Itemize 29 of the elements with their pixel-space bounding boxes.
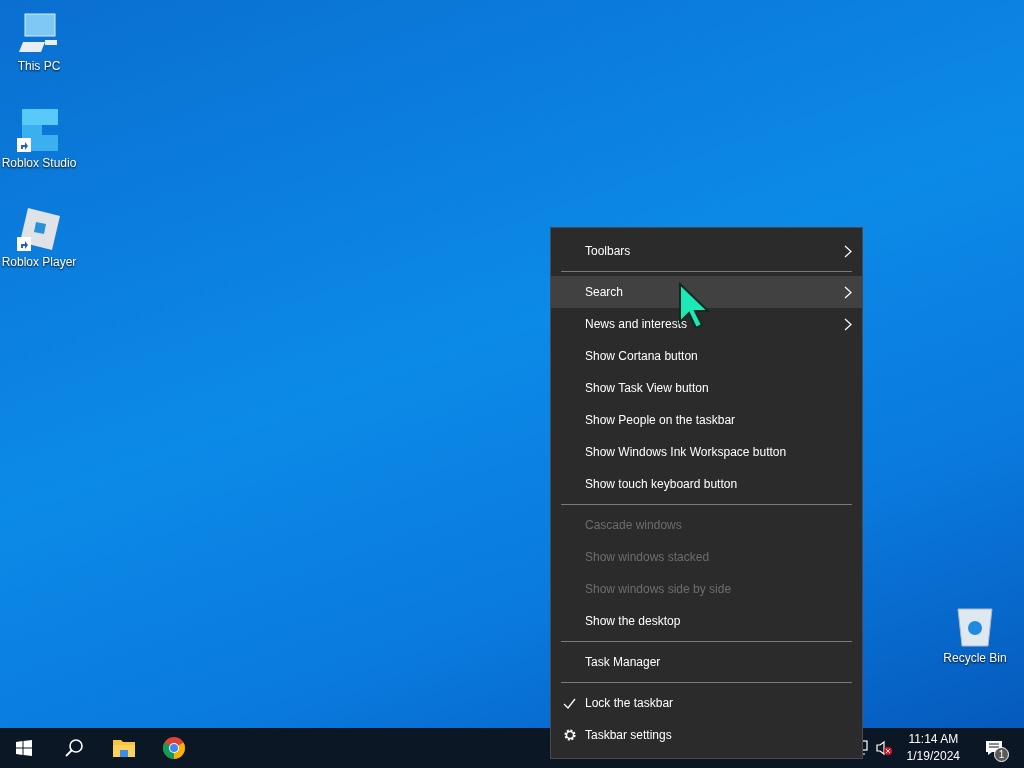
menu-item[interactable]: Toolbars bbox=[551, 235, 862, 267]
menu-item[interactable]: Show Task View button bbox=[551, 372, 862, 404]
chevron-right-icon bbox=[844, 285, 852, 299]
menu-item[interactable]: Search bbox=[551, 276, 862, 308]
desktop-icon-label[interactable]: Roblox Player bbox=[1, 254, 77, 270]
folder-icon bbox=[112, 738, 136, 758]
menu-item[interactable]: Taskbar settings bbox=[551, 719, 862, 751]
windows-logo-icon bbox=[16, 740, 32, 756]
chevron-right-icon bbox=[844, 317, 852, 331]
menu-item[interactable]: Show People on the taskbar bbox=[551, 404, 862, 436]
chevron-right-icon bbox=[844, 244, 852, 258]
desktop-icon-label[interactable]: Recycle Bin bbox=[943, 650, 1007, 666]
notification-count: 1 bbox=[994, 747, 1009, 762]
clock-time[interactable]: 11:14 AM bbox=[908, 731, 959, 748]
clock-date[interactable]: 1/19/2024 bbox=[906, 748, 960, 765]
speaker-icon[interactable] bbox=[874, 740, 893, 756]
desktop-icon-label[interactable]: This PC bbox=[17, 58, 61, 74]
menu-item[interactable]: Show the desktop bbox=[551, 605, 862, 637]
settings-icon bbox=[563, 728, 577, 742]
chrome-icon bbox=[162, 736, 186, 760]
menu-item[interactable]: News and interests bbox=[551, 308, 862, 340]
menu-item[interactable]: Show touch keyboard button bbox=[551, 468, 862, 500]
menu-item[interactable]: Task Manager bbox=[551, 646, 862, 678]
desktop-icon-label[interactable]: Roblox Studio bbox=[1, 155, 77, 171]
menu-item[interactable]: Lock the taskbar bbox=[551, 687, 862, 719]
notification-button[interactable]: 1 bbox=[974, 728, 1014, 768]
search-icon bbox=[64, 738, 84, 758]
menu-item[interactable]: Show Windows Ink Workspace button bbox=[551, 436, 862, 468]
menu-item[interactable]: Show Cortana button bbox=[551, 340, 862, 372]
